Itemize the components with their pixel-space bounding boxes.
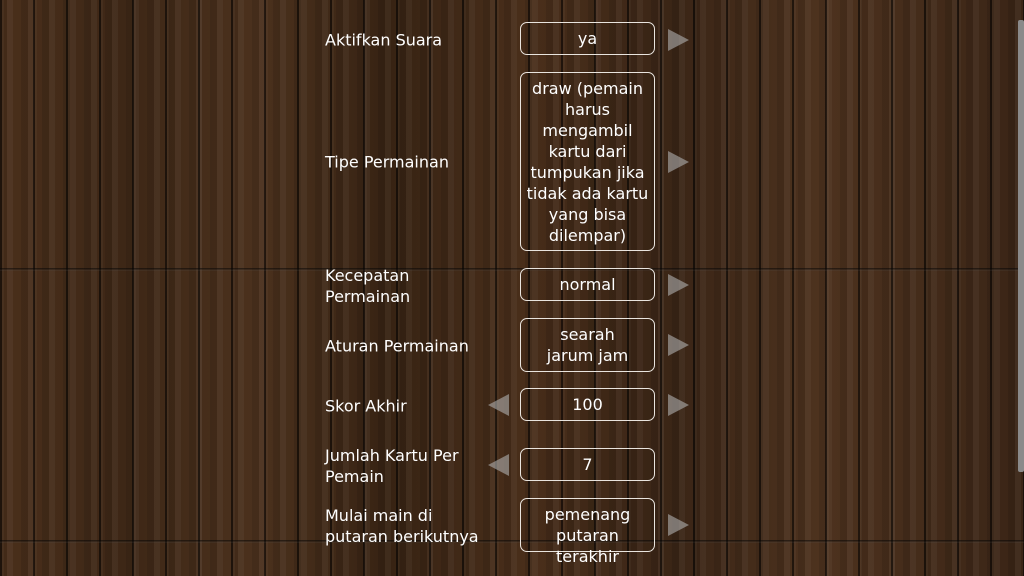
setting-value-button[interactable]: normal [520, 268, 655, 301]
arrow-right-icon[interactable] [668, 29, 689, 51]
setting-value-button[interactable]: 100 [520, 388, 655, 421]
setting-label: Kecepatan Permainan [325, 266, 411, 306]
setting-label: Jumlah Kartu Per Pemain [325, 446, 459, 486]
arrow-left-icon[interactable] [488, 394, 509, 416]
setting-label: Mulai main di putaran berikutnya [325, 506, 479, 546]
setting-label: Aktifkan Suara [325, 30, 443, 50]
setting-value-button[interactable]: ya [520, 22, 655, 55]
arrow-right-icon[interactable] [668, 394, 689, 416]
arrow-right-icon[interactable] [668, 334, 689, 356]
setting-value-button[interactable]: 7 [520, 448, 655, 481]
arrow-left-icon[interactable] [488, 454, 509, 476]
wood-seam [0, 540, 1024, 543]
setting-value-button[interactable]: searah jarum jam [520, 318, 655, 372]
setting-value-button[interactable]: draw (pemain harus mengambil kartu dari … [520, 72, 655, 251]
setting-label: Tipe Permainan [325, 152, 449, 172]
wood-seam [0, 268, 1024, 271]
scrollbar[interactable] [1018, 20, 1024, 472]
arrow-right-icon[interactable] [668, 514, 689, 536]
arrow-right-icon[interactable] [668, 151, 689, 173]
setting-value-button[interactable]: pemenang putaran terakhir [520, 498, 655, 566]
arrow-right-icon[interactable] [668, 274, 689, 296]
setting-label: Aturan Permainan [325, 336, 469, 356]
setting-label: Skor Akhir [325, 396, 407, 416]
